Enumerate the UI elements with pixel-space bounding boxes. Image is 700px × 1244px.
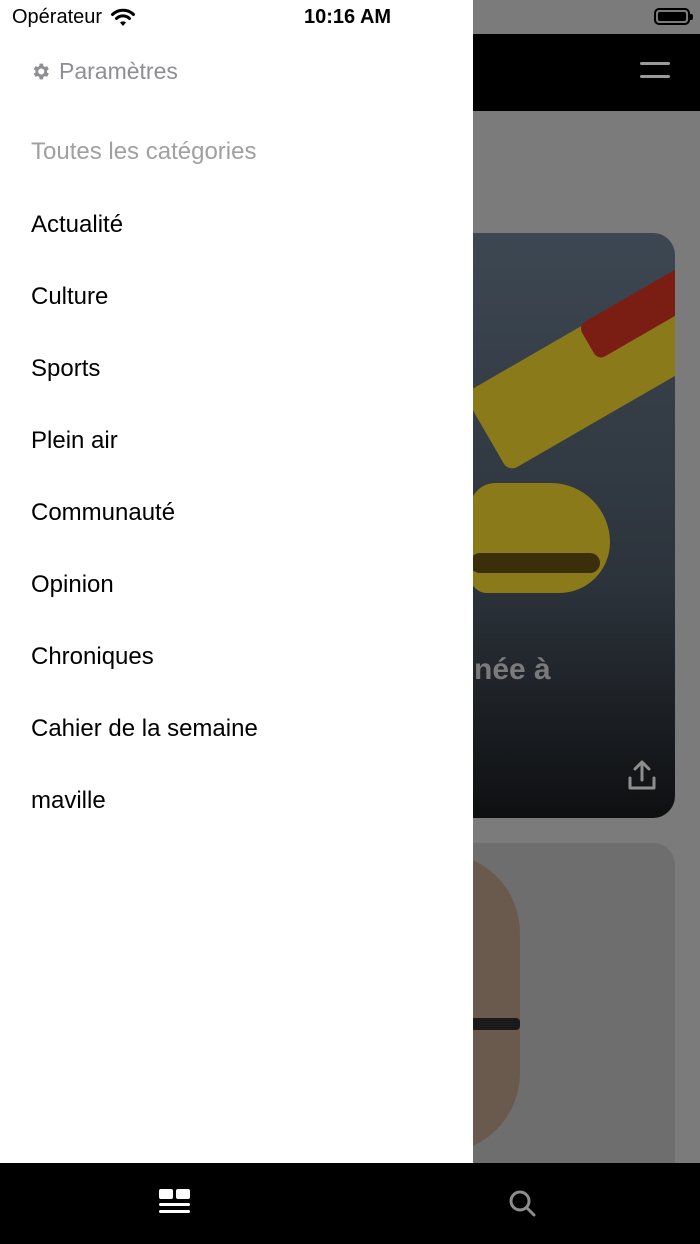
settings-button[interactable]: Paramètres [30, 56, 178, 86]
categories-header: Toutes les catégories [31, 138, 257, 165]
category-item-plein-air[interactable]: Plein air [31, 416, 258, 488]
category-item-communaute[interactable]: Communauté [31, 488, 258, 560]
category-item-maville[interactable]: maville [31, 776, 258, 848]
article-title: née à [474, 653, 551, 686]
category-item-opinion[interactable]: Opinion [31, 560, 258, 632]
side-drawer: Opérateur 10:16 AM Paramètres Toutes les… [0, 0, 473, 1163]
battery-icon [654, 8, 693, 25]
category-list: Actualité Culture Sports Plein air Commu… [31, 200, 258, 848]
status-bar-left: Opérateur [12, 6, 136, 29]
article-image-2-detail [470, 1018, 520, 1030]
category-item-sports[interactable]: Sports [31, 344, 258, 416]
share-icon[interactable] [624, 758, 660, 794]
hamburger-menu-icon[interactable] [640, 62, 670, 80]
category-item-cahier-de-la-semaine[interactable]: Cahier de la semaine [31, 704, 258, 776]
wifi-icon [111, 8, 136, 26]
settings-label: Paramètres [59, 57, 178, 84]
tab-bar [0, 1163, 700, 1244]
search-icon[interactable] [507, 1188, 537, 1218]
article-image-shadow [470, 553, 600, 573]
carrier-label: Opérateur [12, 6, 103, 28]
category-item-actualite[interactable]: Actualité [31, 200, 258, 272]
category-item-chroniques[interactable]: Chroniques [31, 632, 258, 704]
feed-icon[interactable] [158, 1188, 191, 1218]
status-time: 10:16 AM [304, 6, 392, 28]
category-item-culture[interactable]: Culture [31, 272, 258, 344]
article-image-body [470, 483, 610, 593]
gear-icon [33, 63, 49, 79]
